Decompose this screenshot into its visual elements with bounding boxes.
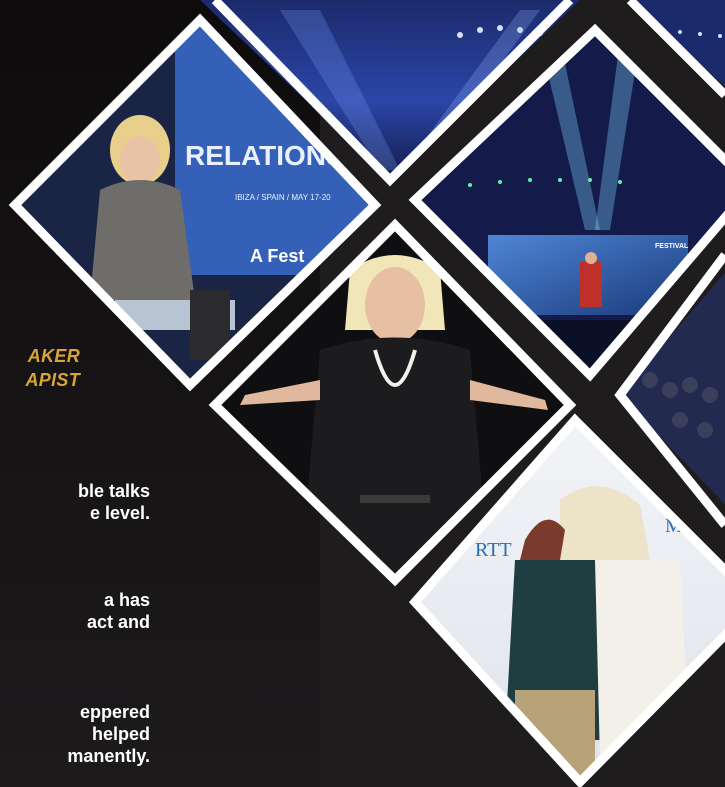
afest-logo-text: A Fest: [250, 246, 304, 266]
banner-left-text: RTT: [475, 539, 512, 561]
screen-text-location: IBIZA / SPAIN / MAY 17-20: [235, 193, 331, 202]
photo-collage: RELATIONSHI IBIZA / SPAIN / MAY 17-20 A …: [8, 0, 725, 787]
screen-festival-text: FESTIVAL: [655, 243, 689, 250]
